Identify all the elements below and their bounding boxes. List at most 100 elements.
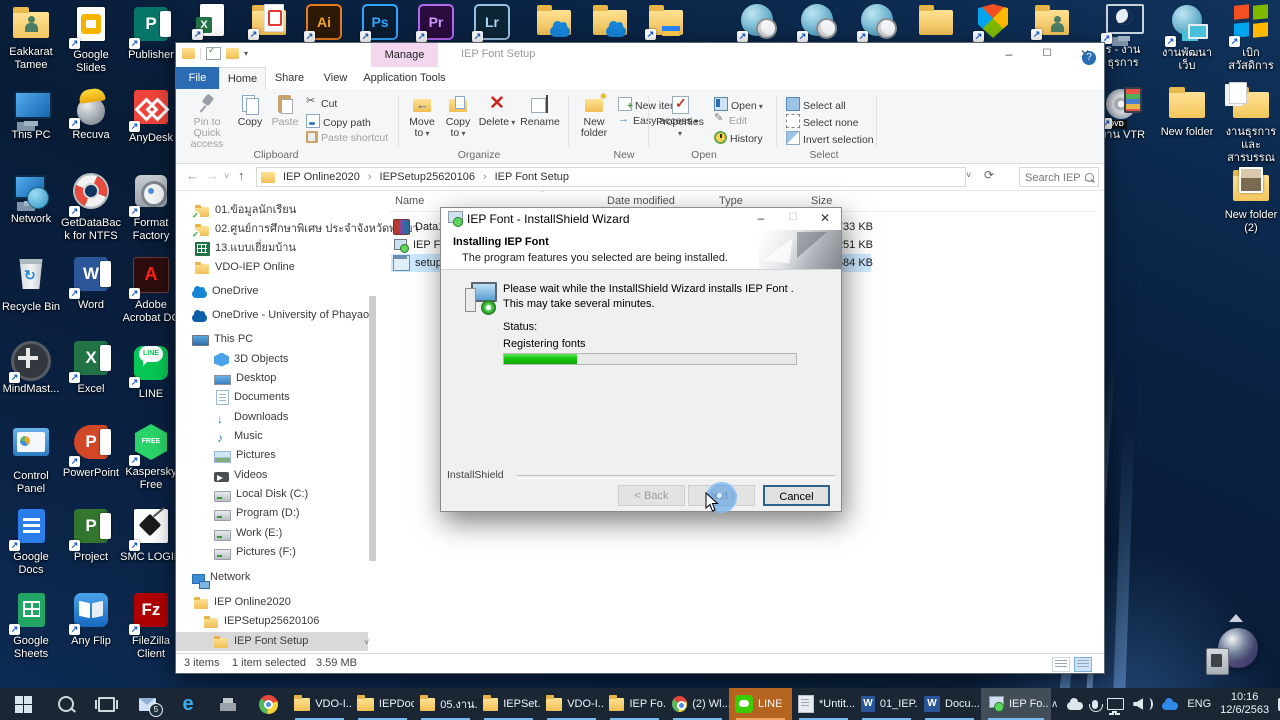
onedrive-icon[interactable] xyxy=(1067,698,1084,710)
orb-arrow-icon[interactable] xyxy=(1229,614,1243,622)
taskbar-window-word-1[interactable]: 01_IEP... xyxy=(855,688,918,720)
breadcrumb-item[interactable]: IEP Online2020 xyxy=(279,167,364,187)
cancel-button[interactable]: Cancel xyxy=(763,485,830,506)
desktop-icon-network[interactable]: Network xyxy=(0,171,62,226)
nav-item[interactable]: 3D Objects xyxy=(214,350,288,369)
desktop-icon-folder[interactable] xyxy=(915,2,955,42)
checkbox-icon[interactable] xyxy=(206,45,221,60)
copy-to-button[interactable]: Copy to xyxy=(440,92,476,139)
nav-item[interactable]: ✓ 02.ศูนย์การศึกษาพิเศษ ประจำจังหวัดพะเยา xyxy=(191,220,419,239)
desktop-icon-acrobat[interactable]: AAdobe Acrobat DC xyxy=(120,254,182,325)
desktop-icon-getdataback[interactable]: GetDataBack for NTFS xyxy=(60,170,122,243)
column-size[interactable]: Size xyxy=(811,195,832,207)
details-view-toggle[interactable] xyxy=(1074,657,1092,672)
paste-button[interactable]: Paste xyxy=(268,92,302,128)
taskbar-mail-button[interactable]: 5 xyxy=(126,688,168,720)
tab-application-tools[interactable]: Application Tools xyxy=(358,67,451,89)
desktop-icon-onedrive-folder[interactable] xyxy=(533,2,573,42)
address-dropdown-icon[interactable]: ˅ xyxy=(966,170,971,180)
tab-view[interactable]: View xyxy=(313,67,358,89)
desktop-icon-this-pc[interactable]: This PC xyxy=(0,87,62,142)
tray-expand-icon[interactable] xyxy=(1051,699,1058,710)
desktop-icon-world-clock-2[interactable] xyxy=(797,2,837,42)
desktop-icon-lightroom[interactable]: Lr xyxy=(472,2,512,42)
taskbar-window-folder-6[interactable]: IEP Fo... xyxy=(603,688,666,720)
nav-item[interactable]: Pictures (F:) xyxy=(214,543,296,562)
desktop-icon-recuva[interactable]: Recuva xyxy=(60,87,122,142)
desktop-icon-web-dev[interactable]: งานพัฒนาเว็บ xyxy=(1156,2,1218,73)
desktop-icon-control-panel[interactable]: Control Panel xyxy=(0,422,62,496)
speaker-icon[interactable] xyxy=(1133,698,1144,710)
taskbar-window-notepad[interactable]: *Untit... xyxy=(792,688,855,720)
desktop-icon-user-folder[interactable] xyxy=(1031,2,1071,42)
desktop-icon-pdf-folder[interactable] xyxy=(248,2,288,42)
desktop-icon-gdrive-folder[interactable] xyxy=(645,2,685,42)
column-name[interactable]: Name xyxy=(395,195,424,207)
taskbar-window-word-2[interactable]: Docu... xyxy=(918,688,981,720)
desktop-icon-welfare[interactable]: เบิกสวัสดิการ xyxy=(1220,2,1280,73)
nav-item[interactable]: Local Disk (C:) xyxy=(214,485,308,504)
tab-home[interactable]: Home xyxy=(219,67,266,89)
nav-item-selected[interactable]: IEP Font Setup xyxy=(176,632,368,651)
desktop-icon-google-slides[interactable]: Google Slides xyxy=(60,4,122,75)
desktop-icon-onedrive-folder-2[interactable] xyxy=(589,2,629,42)
nav-item[interactable]: ✓ 01.ข้อมูลนักเรียน xyxy=(191,201,296,220)
copy-button[interactable]: Copy xyxy=(234,92,266,128)
clock[interactable]: 10:16 12/6/2563 xyxy=(1220,691,1269,717)
taskbar-window-folder-5[interactable]: VDO-I... xyxy=(540,688,603,720)
desktop-icon-powerpoint[interactable]: PPowerPoint xyxy=(60,422,122,480)
taskbar-chrome-button[interactable] xyxy=(248,688,288,720)
desktop-icon-line[interactable]: LINELINE xyxy=(120,338,182,401)
properties-button[interactable]: Properties xyxy=(656,92,704,139)
forward-button[interactable]: → xyxy=(206,168,219,183)
copy-path-button[interactable]: Copy path xyxy=(306,114,371,129)
nav-item[interactable]: VDO-IEP Online xyxy=(195,258,295,277)
taskbar-edge-button[interactable] xyxy=(168,688,208,720)
nav-item[interactable]: Program (D:) xyxy=(214,504,300,523)
delete-button[interactable]: ✕ Delete xyxy=(478,92,516,128)
desktop-icon-world-clock-1[interactable] xyxy=(737,2,777,42)
rename-button[interactable]: Rename xyxy=(518,92,562,128)
nav-item[interactable]: 13.แบบเยี่ยมบ้าน xyxy=(195,239,296,258)
dialog-minimize-button[interactable]: – xyxy=(745,208,777,230)
desktop-icon-smc-login[interactable]: SMC LOGIN xyxy=(120,506,182,564)
language-indicator[interactable]: ENG xyxy=(1187,698,1211,710)
dialog-close-button[interactable]: ✕ xyxy=(809,208,841,230)
taskbar-window-chrome[interactable]: (2) Wl... xyxy=(666,688,729,720)
select-all-button[interactable]: Select all xyxy=(786,97,846,112)
desktop-icon-excel-file[interactable] xyxy=(192,2,232,42)
microphone-icon[interactable] xyxy=(1089,699,1104,712)
maximize-button[interactable]: ☐ xyxy=(1028,43,1066,67)
folder-icon[interactable] xyxy=(182,48,195,59)
task-view-button[interactable] xyxy=(86,688,126,720)
desktop-icon-anydesk[interactable]: AnyDesk xyxy=(120,87,182,145)
taskbar-window-folder-2[interactable]: IEPDoc xyxy=(351,688,414,720)
manage-context-header[interactable]: Manage xyxy=(371,43,438,67)
select-none-button[interactable]: Select none xyxy=(786,114,858,129)
nav-item[interactable]: Downloads xyxy=(214,408,288,429)
chevron-down-icon[interactable]: ▾ xyxy=(244,49,248,58)
sort-caret-icon[interactable]: ˆ xyxy=(541,191,544,199)
refresh-icon[interactable]: ⟳ xyxy=(984,168,994,182)
folder-icon[interactable] xyxy=(226,48,239,59)
move-to-button[interactable]: Move to xyxy=(404,92,440,139)
desktop-icon-any-flip[interactable]: Any Flip xyxy=(60,590,122,648)
cloud-sync-icon[interactable] xyxy=(1162,698,1179,710)
search-input[interactable]: Search IEP ... xyxy=(1019,167,1099,187)
nav-item[interactable]: IEPSetup25620106 xyxy=(204,612,319,631)
breadcrumb-item[interactable]: IEPSetup25620106 xyxy=(364,167,479,187)
pin-to-quick-access-button[interactable]: Pin to Quick access xyxy=(182,92,232,150)
nav-item-onedrive[interactable]: OneDrive xyxy=(192,282,258,301)
edit-button[interactable]: Edit xyxy=(714,111,747,129)
start-button[interactable] xyxy=(0,688,46,720)
tab-file[interactable]: File xyxy=(176,67,219,89)
desktop-icon-google-docs[interactable]: Google Docs xyxy=(0,506,62,577)
nav-scrollbar[interactable] xyxy=(369,296,376,561)
recent-locations-icon[interactable]: ˅ xyxy=(224,171,229,181)
nav-item-onedrive-up[interactable]: OneDrive - University of Phayao xyxy=(192,306,369,325)
nav-item[interactable]: Desktop xyxy=(214,369,276,388)
nav-item[interactable]: Videos xyxy=(214,466,267,485)
desktop-icon-word[interactable]: WWord xyxy=(60,254,122,312)
nav-item[interactable]: Music xyxy=(214,427,263,448)
tab-share[interactable]: Share xyxy=(266,67,313,89)
